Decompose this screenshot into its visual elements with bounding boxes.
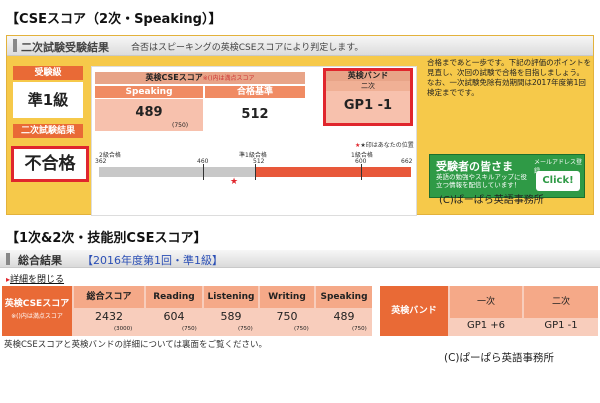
banner-click-button[interactable]: Click! [536,171,580,191]
band-second-value: GP1 -1 [544,320,578,331]
copyright-1: (C)ぱーぱら英語事務所 [439,195,544,206]
section-heading-skills: 【1次&2次・技能別CSEスコア】 [6,231,207,246]
section-heading-cse: 【CSEスコア（2次・Speaking）】 [6,12,222,27]
total-score: 2432 [95,310,123,323]
speaking-label: Speaking [95,86,203,98]
overall-title: 総合結果 [18,254,62,267]
pass-value: 512 [205,99,305,131]
footnote: 英検CSEスコアと英検バンドの詳細については裏面をご覧ください。 [4,340,268,350]
band-value: GP1 -1 [343,98,393,113]
advice-text: 合格まであと一歩です。下記の評価のポイントを見直し、次回の試験で合格を目指しまし… [427,58,592,97]
listening-score: 589 [220,310,242,323]
reading-score: 604 [163,310,185,323]
result-label: 二次試験結果 [13,124,83,138]
second-exam-result-panel: 二次試験受験結果 合否はスピーキングの英検CSEスコアにより判定します。 受験級… [6,35,594,216]
scale-bar-below [99,167,255,177]
band-table: 英検バンド 一次 二次 GP1 +6 GP1 -1 [380,286,598,336]
band-box: 英検バンド 二次 GP1 -1 [323,68,413,126]
pass-label: 合格基準 [205,86,305,98]
cse-header: 英検CSEスコア※()内は満点スコア [95,72,305,84]
session-label: 【2016年度第1回・準1級】 [82,254,223,267]
grade-value: 準1級 [13,82,83,118]
writing-score: 750 [276,310,298,323]
speaking-max: (750) [172,122,189,129]
copyright-2: (C)ぱーぱら英語事務所 [444,352,555,364]
your-position-star: ★ [230,177,239,187]
speaking-score: 489 [333,310,355,323]
skills-table: 英検CSEスコア ※()内は満点スコア 総合スコア Reading Listen… [2,286,372,336]
scale-bar-above [255,167,411,177]
band-first-value: GP1 +6 [466,320,506,331]
position-legend: ★★印はあなたの位置 [355,142,414,149]
panel-note: 合否はスピーキングの英検CSEスコアにより判定します。 [131,43,364,53]
result-value: 不合格 [11,146,89,182]
panel-title: 二次試験受験結果 [21,41,109,54]
toggle-details-link[interactable]: ▸詳細を閉じる [6,272,64,285]
panel-title-bar: 二次試験受験結果 合否はスピーキングの英検CSEスコアにより判定します。 [7,36,593,56]
overall-result-panel: 総合結果 【2016年度第1回・準1級】 ▸詳細を閉じる 英検CSEスコア ※(… [0,250,600,380]
grade-label: 受験級 [13,66,83,80]
